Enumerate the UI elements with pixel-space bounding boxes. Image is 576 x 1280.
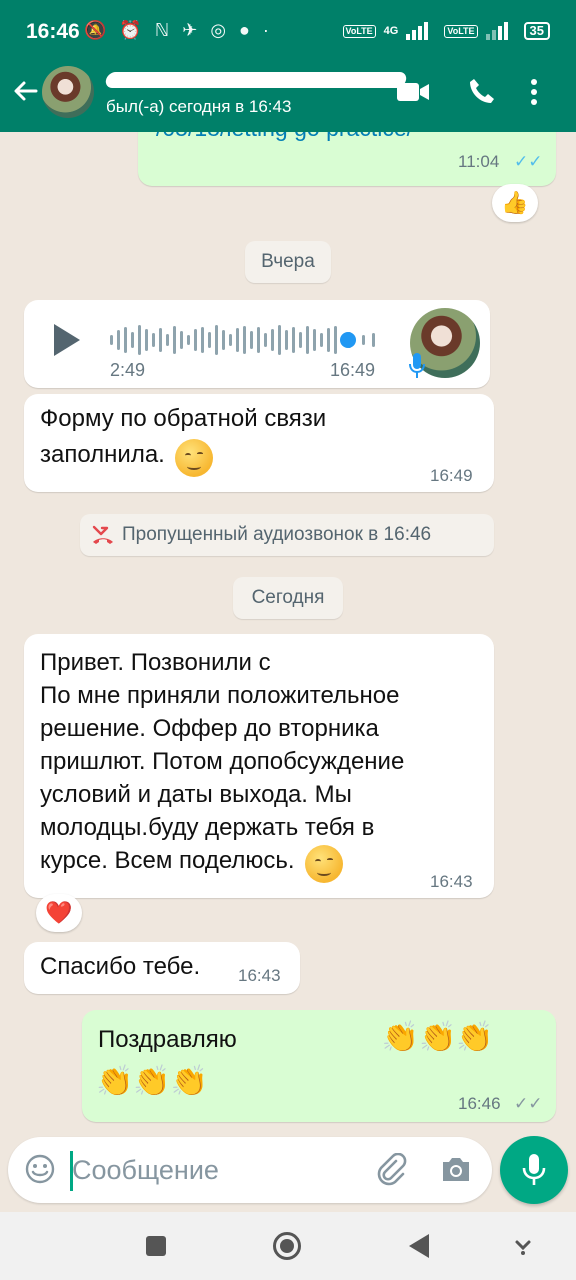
video-call-icon[interactable] <box>396 80 430 104</box>
back-nav-icon[interactable] <box>408 1233 430 1259</box>
signal-icon-2 <box>485 22 516 40</box>
outgoing-message[interactable]: /05/18/letting go practice/ 11:04 ✓✓ <box>138 132 556 186</box>
home-icon[interactable] <box>272 1231 302 1261</box>
status-right-group: VoLTE 4G VoLTE 35 <box>342 22 550 40</box>
missed-call-text: Пропущенный аудиозвонок в 16:46 <box>122 524 432 545</box>
clapping-hands-emoji: 👏 <box>381 1021 419 1054</box>
winking-face-emoji <box>175 438 214 477</box>
reaction-thumbs-up[interactable]: 👍 <box>492 184 538 222</box>
status-notification-icons: 🔕 ⏰ ℕ ✈ ◎ ● · <box>84 20 273 40</box>
chat-header: был(-а) сегодня в 16:43 <box>0 64 576 132</box>
back-arrow-icon[interactable] <box>10 76 40 106</box>
network-type: 4G <box>383 25 399 37</box>
signal-icon <box>406 22 436 40</box>
emoji-icon[interactable] <box>24 1153 56 1185</box>
volte-icon-2: VoLTE <box>444 24 478 38</box>
message-time: 11:04 <box>458 152 500 171</box>
message-text-line: Привет. Позвонили с <box>40 649 271 676</box>
volte-icon: VoLTE <box>342 24 376 38</box>
clapping-hands-emoji: 👏 <box>456 1021 494 1054</box>
voice-duration: 2:49 <box>110 360 146 380</box>
keyboard-hide-icon[interactable] <box>514 1238 532 1256</box>
missed-call-icon <box>92 525 113 544</box>
play-icon[interactable] <box>52 322 82 358</box>
message-text-line: условий и даты выхода. Мы <box>40 781 352 808</box>
message-link-text[interactable]: /05/18/letting go practice/ <box>156 132 413 145</box>
message-emoji-line: 👏👏👏 <box>96 1064 208 1100</box>
status-bar: 16:46 🔕 ⏰ ℕ ✈ ◎ ● · VoLTE 4G VoLTE 35 <box>0 0 576 64</box>
camera-icon[interactable] <box>440 1155 472 1183</box>
last-seen-status[interactable]: был(-а) сегодня в 16:43 <box>106 97 291 117</box>
message-text: Спасибо тебе. <box>40 953 201 980</box>
attach-paperclip-icon[interactable] <box>376 1153 408 1187</box>
message-time: 16:49 <box>330 360 376 380</box>
message-text-line: Форму по обратной связи <box>40 405 327 432</box>
message-text-line-wrap: заполнила. <box>40 438 214 477</box>
redacted-name <box>241 1036 377 1050</box>
message-time: 16:46 <box>458 1094 501 1113</box>
message-text-line: курсе. Всем поделюсь. <box>40 847 295 874</box>
system-navigation-bar <box>0 1212 576 1280</box>
clapping-hands-emoji: 👏 <box>170 1065 209 1098</box>
incoming-message[interactable]: Спасибо тебе. 16:43 <box>24 942 300 994</box>
microphone-icon <box>522 1154 546 1185</box>
date-divider: Сегодня <box>233 577 343 619</box>
contact-name-redacted[interactable] <box>104 68 408 90</box>
recent-apps-icon[interactable] <box>146 1236 166 1256</box>
status-time: 16:46 <box>26 20 80 43</box>
more-menu-icon[interactable] <box>530 78 538 106</box>
voice-call-icon[interactable] <box>466 76 496 106</box>
read-ticks-icon: ✓✓ <box>514 152 543 171</box>
message-text-line: молодцы.буду держать тебя в <box>40 814 375 841</box>
outgoing-message[interactable]: Поздравляю 👏👏👏 👏👏👏 16:46 ✓✓ <box>82 1010 556 1122</box>
message-text: Поздравляю 👏👏👏 <box>98 1020 494 1056</box>
clapping-hands-emoji: 👏 <box>418 1021 457 1054</box>
missed-call-notice[interactable]: Пропущенный аудиозвонок в 16:46 <box>80 514 494 556</box>
message-text-line: пришлют. Потом допобсуждение <box>40 748 405 775</box>
voice-record-button[interactable] <box>500 1136 568 1204</box>
contact-avatar[interactable] <box>42 66 94 118</box>
clapping-hands-emoji: 👏 <box>96 1065 134 1098</box>
microphone-icon <box>409 353 425 378</box>
reaction-heart[interactable]: ❤️ <box>36 894 82 932</box>
message-time: 16:43 <box>238 966 281 985</box>
message-text-line: По мне приняли положительное <box>40 682 400 709</box>
message-text-line: решение. Оффер до вторника <box>40 715 379 742</box>
incoming-message[interactable]: Привет. Позвонили с По мне приняли полож… <box>24 634 494 898</box>
delivered-ticks-icon: ✓✓ <box>514 1094 543 1113</box>
battery-icon: 35 <box>523 22 550 40</box>
message-time: 16:43 <box>430 872 473 891</box>
winking-face-emoji <box>305 844 344 883</box>
playback-position-dot[interactable] <box>340 332 356 348</box>
clapping-hands-emoji: 👏 <box>133 1065 171 1098</box>
message-text-line: заполнила. <box>40 441 165 468</box>
message-composer[interactable] <box>8 1137 492 1203</box>
incoming-message[interactable]: Форму по обратной связи заполнила. 16:49 <box>24 394 494 492</box>
message-time: 16:49 <box>430 466 473 485</box>
voice-message[interactable]: 2:49 16:49 <box>24 300 490 388</box>
message-text: Привет. Позвонили с По мне приняли полож… <box>40 646 404 883</box>
chat-area[interactable]: /05/18/letting go practice/ 11:04 ✓✓ 👍 В… <box>0 132 576 1132</box>
message-input[interactable] <box>72 1147 372 1193</box>
date-divider: Вчера <box>245 241 331 283</box>
message-text-line: Поздравляю <box>98 1026 237 1053</box>
